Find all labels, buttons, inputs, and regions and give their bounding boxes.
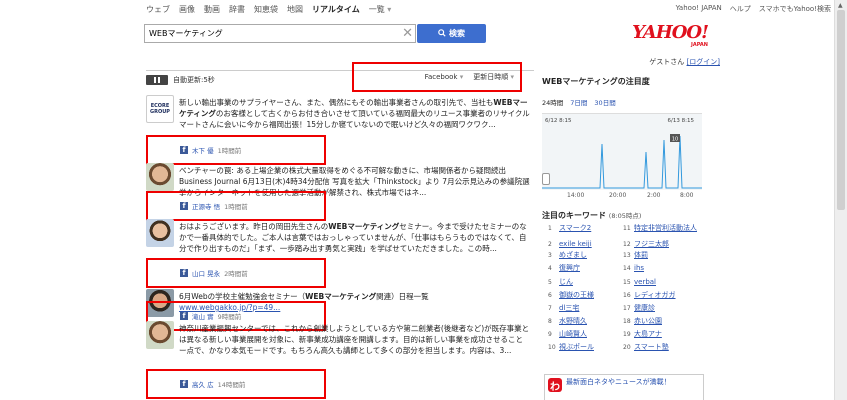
keyword-item[interactable]: 7 dl三宅 — [548, 304, 622, 313]
sidebar: WEBマーケティングの注目度 24時間 7日間 30日間 6/12 8:15 6… — [542, 76, 707, 351]
post-time[interactable]: 14時間前 — [218, 379, 246, 389]
nav-images[interactable]: 画像 — [179, 4, 195, 15]
post-text: おはようございます。昨日の岡田先生さんのWEBマーケティングセミナー。今まで受け… — [179, 222, 527, 253]
feed-filters: Facebook 更新日時順 — [352, 62, 522, 92]
post-meta: f 山口 晃永 2時間前 — [146, 258, 326, 288]
avatar[interactable] — [146, 219, 174, 247]
author-name[interactable]: 正源寺 悟 — [192, 201, 220, 211]
facebook-icon: f — [180, 380, 188, 388]
post-text: 神奈川産業振興センターでは、これから創業しようとしている方や第二創業者(後継者な… — [179, 324, 530, 355]
promo-banner[interactable]: わ 最新面白ネタやニュースが満載！ — [544, 374, 704, 400]
keyword-item[interactable]: 1 スマーク2 — [548, 224, 622, 233]
facebook-icon: f — [180, 269, 188, 277]
post-meta: f 高久 広 14時間前 — [146, 369, 326, 399]
clear-icon[interactable]: ✕ — [402, 25, 413, 42]
avatar[interactable] — [146, 163, 174, 191]
post-time[interactable]: 1時間前 — [224, 201, 248, 211]
login-link[interactable]: [ログイン] — [687, 58, 720, 66]
promo-icon: わ — [548, 378, 562, 393]
keyword-item[interactable]: 11 特定非営利活動法人 — [623, 224, 697, 233]
keyword-item[interactable]: 3 めざまし — [548, 251, 622, 260]
avatar[interactable] — [146, 321, 174, 349]
avatar[interactable]: ECORE GROUP — [146, 95, 174, 123]
keyword-title: 注目のキーワード (8:05時点) — [542, 211, 642, 220]
nav-more[interactable]: 一覧 — [369, 4, 392, 15]
vertical-nav: ウェブ 画像 動画 辞書 知恵袋 地図 リアルタイム 一覧 — [146, 4, 391, 15]
user-status: ゲストさん [ログイン] — [649, 57, 720, 67]
pause-button[interactable] — [146, 75, 168, 85]
nav-web[interactable]: ウェブ — [146, 4, 170, 15]
graph-slider-handle[interactable] — [542, 173, 550, 185]
keyword-item[interactable]: 12 フジ三太郎 — [623, 240, 697, 249]
tab-30d[interactable]: 30日間 — [594, 97, 615, 107]
top-links: Yahoo! JAPAN ヘルプ スマホでもYahoo!検索 — [676, 4, 831, 14]
author-name[interactable]: 木下 優 — [192, 145, 214, 155]
keyword-item[interactable]: 4 復興庁 — [548, 264, 622, 273]
keyword-item[interactable]: 20 スマート塾 — [623, 343, 697, 352]
search-button[interactable]: 検索 — [417, 24, 486, 43]
guest-label: ゲストさん — [649, 58, 685, 66]
search-icon — [438, 28, 446, 39]
list-item: 神奈川産業振興センターでは、これから創業しようとしている方や第二創業者(後継者な… — [146, 319, 530, 399]
svg-text:10: 10 — [672, 137, 678, 143]
scrollbar[interactable]: ▲ — [834, 0, 847, 400]
scrollbar-thumb[interactable] — [837, 10, 845, 210]
nav-realtime[interactable]: リアルタイム — [312, 4, 360, 15]
promo-text: 最新面白ネタやニュースが満載！ — [566, 378, 671, 386]
link-smartphone[interactable]: スマホでもYahoo!検索 — [759, 4, 831, 14]
keyword-item[interactable]: 18 赤い公園 — [623, 317, 697, 326]
yahoo-logo[interactable]: YAHOO! JAPAN — [624, 24, 709, 50]
trend-title: WEBマーケティングの注目度 — [542, 77, 650, 86]
post-time[interactable]: 1時間前 — [218, 145, 242, 155]
post-time[interactable]: 2時間前 — [224, 268, 248, 278]
list-item: 6月Webの学校主催勉強会セミナー（WEBマーケティング関連）日程一覧 www.w… — [146, 287, 530, 331]
keyword-item[interactable]: 5 じん — [548, 278, 622, 287]
author-name[interactable]: 山口 晃永 — [192, 268, 220, 278]
nav-dictionary[interactable]: 辞書 — [229, 4, 245, 15]
source-filter[interactable]: Facebook — [425, 73, 464, 81]
keyword-item[interactable]: 17 健康診 — [623, 304, 697, 313]
search-button-label: 検索 — [449, 29, 465, 38]
auto-update-label: 自動更新:5秒 — [173, 76, 215, 84]
search-input[interactable] — [145, 25, 395, 42]
trend-line: 10 — [542, 134, 702, 189]
link-help[interactable]: ヘルプ — [730, 4, 751, 14]
trend-graph: 6/12 8:15 6/13 8:15 10 — [542, 113, 702, 190]
facebook-icon: f — [180, 146, 188, 154]
nav-chiebukuro[interactable]: 知恵袋 — [254, 4, 278, 15]
nav-map[interactable]: 地図 — [287, 4, 303, 15]
keyword-item[interactable]: 8 水野晴久 — [548, 317, 622, 326]
list-item: ベンチャーの罠: ある上場企業の株式大量取得をめぐる不可解な動きに、市場関係者か… — [146, 161, 530, 221]
trend-tabs: 24時間 7日間 30日間 — [542, 97, 707, 107]
scroll-up-icon[interactable]: ▲ — [838, 2, 843, 9]
facebook-icon: f — [180, 202, 188, 210]
keyword-item[interactable]: 13 体罰 — [623, 251, 697, 260]
keyword-item[interactable]: 14 ihs — [623, 264, 697, 273]
post-text: 新しい輸出事業のサプライヤーさん、また、偶然にもその輸出事業者さんの取引先で、当… — [179, 98, 530, 129]
sort-filter[interactable]: 更新日時順 — [473, 72, 514, 82]
link-yahoo-japan[interactable]: Yahoo! JAPAN — [676, 4, 722, 14]
auto-update: 自動更新:5秒 — [146, 75, 215, 85]
tab-7d[interactable]: 7日間 — [570, 97, 587, 107]
search-box: ✕ — [144, 24, 416, 43]
keyword-item[interactable]: 6 御嶽の王様 — [548, 291, 622, 300]
keyword-item[interactable]: 10 視ぶポール — [548, 343, 622, 352]
list-item: ECORE GROUP 新しい輸出事業のサプライヤーさん、また、偶然にもその輸出… — [146, 93, 530, 165]
nav-video[interactable]: 動画 — [204, 4, 220, 15]
author-name[interactable]: 高久 広 — [192, 379, 214, 389]
keyword-item[interactable]: 15 verbal — [623, 278, 697, 287]
tab-24h[interactable]: 24時間 — [542, 97, 563, 107]
keyword-item[interactable]: 9 山崎賢人 — [548, 330, 622, 339]
keyword-item[interactable]: 16 レディオガガ — [623, 291, 697, 300]
keyword-item[interactable]: 19 大島アナ — [623, 330, 697, 339]
list-item: おはようございます。昨日の岡田先生さんのWEBマーケティングセミナー。今まで受け… — [146, 217, 530, 288]
keyword-item[interactable]: 2 exile keiji — [548, 240, 622, 249]
